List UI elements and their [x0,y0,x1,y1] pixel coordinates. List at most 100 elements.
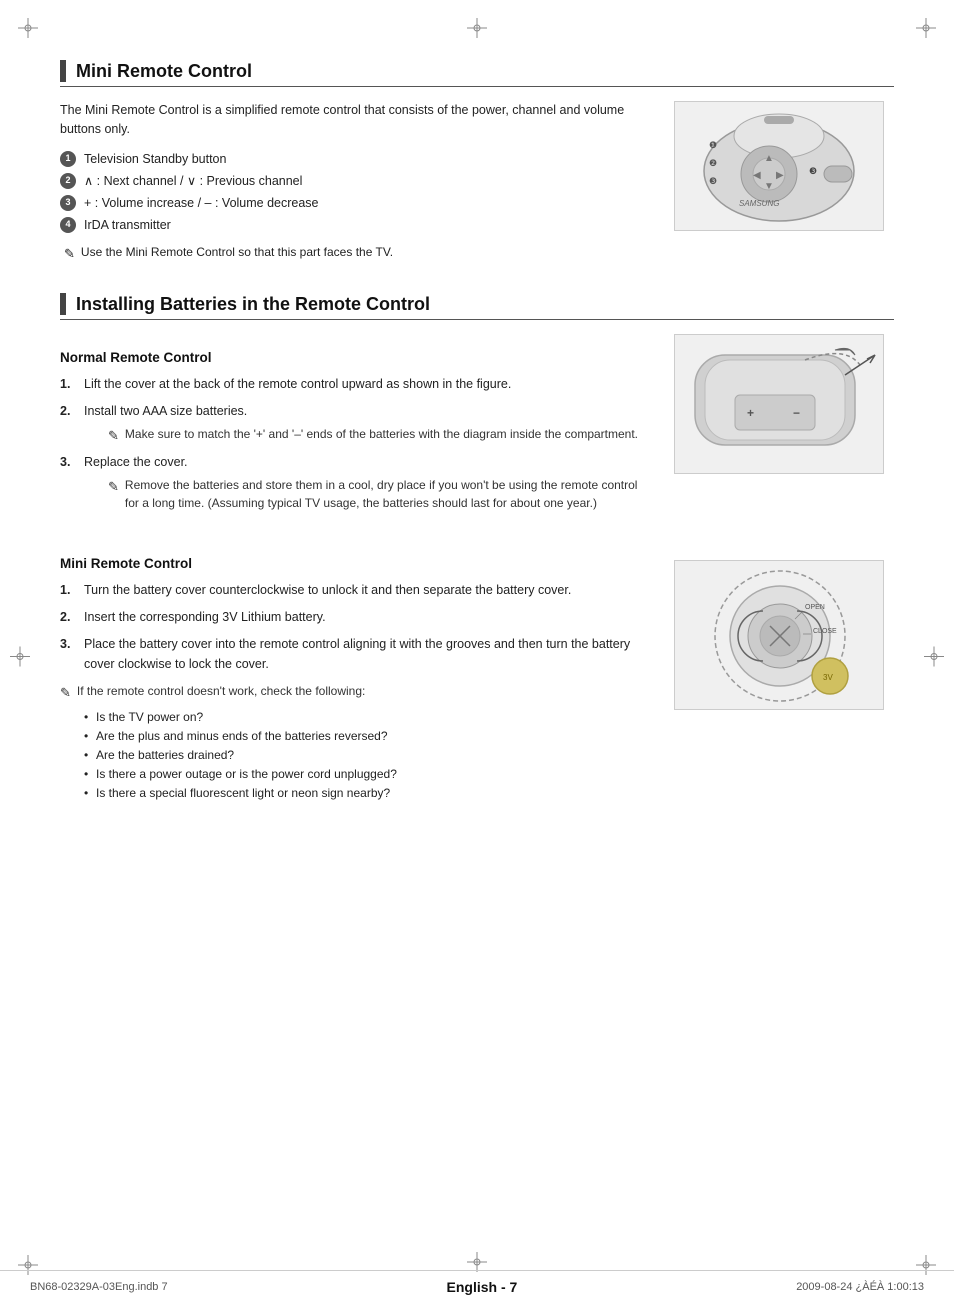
batteries-title: Installing Batteries in the Remote Contr… [76,294,430,315]
bullet-num-2: 2 [60,173,76,189]
normal-battery-svg: + − [675,335,884,474]
mini-step-3-content: Place the battery cover into the remote … [84,635,654,674]
mini-remote-section: Mini Remote Control The Mini Remote Cont… [60,60,894,263]
note-icon-2: ✎ [108,426,119,446]
mini-remote-note-text: Use the Mini Remote Control so that this… [81,243,393,261]
normal-remote-battery-image: + − [674,334,884,474]
svg-text:+: + [747,406,754,420]
note-icon-3: ✎ [108,477,119,497]
mini-step-2-content: Insert the corresponding 3V Lithium batt… [84,608,654,627]
mini-step-3-num: 3. [60,635,78,654]
normal-remote-text: Normal Remote Control 1. Lift the cover … [60,334,654,520]
check-item-3: Are the batteries drained? [84,746,654,765]
mini-remote-battery-note-text: If the remote control doesn't work, chec… [77,682,365,700]
check-item-2: Are the plus and minus ends of the batte… [84,727,654,746]
check-item-4: Is there a power outage or is the power … [84,765,654,784]
normal-step-2-note: ✎ Make sure to match the '+' and '–' end… [108,425,654,446]
mini-step-2-num: 2. [60,608,78,627]
mini-remote-text: The Mini Remote Control is a simplified … [60,101,654,263]
normal-remote-subheading: Normal Remote Control [60,350,654,365]
bullet-num-3: 3 [60,195,76,211]
svg-text:❸: ❸ [809,166,817,176]
mini-remote-image: ❶ ❷ ❸ ▲ ▼ ◀ ▶ [674,101,884,231]
mini-remote-intro: The Mini Remote Control is a simplified … [60,101,654,139]
mini-remote-battery-subheading: Mini Remote Control [60,556,654,571]
normal-step-3-note: ✎ Remove the batteries and store them in… [108,476,654,512]
mini-remote-battery-text: Mini Remote Control 1. Turn the battery … [60,540,654,804]
mini-step-1: 1. Turn the battery cover counterclockwi… [60,581,654,600]
mini-step-1-text: Turn the battery cover counterclockwise … [84,583,571,597]
corner-tl-mark [18,18,38,38]
mini-step-3-text: Place the battery cover into the remote … [84,637,630,670]
check-text-3: Are the batteries drained? [96,748,234,762]
mini-step-3: 3. Place the battery cover into the remo… [60,635,654,674]
normal-step-1-text: Lift the cover at the back of the remote… [84,377,511,391]
normal-remote-image-col: + − [674,334,894,520]
mini-remote-image-area: ❶ ❷ ❸ ▲ ▼ ◀ ▶ [674,101,894,231]
mini-remote-title: Mini Remote Control [76,61,252,82]
svg-text:❷: ❷ [709,158,717,168]
svg-text:−: − [793,406,800,420]
corner-tr-mark [916,18,936,38]
svg-text:▲: ▲ [764,153,774,164]
mini-remote-battery-section: Mini Remote Control 1. Turn the battery … [60,540,894,804]
svg-text:❸: ❸ [709,176,717,186]
svg-text:❶: ❶ [709,140,717,150]
bullet-num-4: 4 [60,217,76,233]
footer-center-text: English - 7 [447,1279,518,1295]
normal-step-3-text: Replace the cover. [84,455,188,469]
normal-step-3-note-text: Remove the batteries and store them in a… [125,476,654,512]
mini-remote-heading-bar: Mini Remote Control [60,60,894,87]
mini-step-2: 2. Insert the corresponding 3V Lithium b… [60,608,654,627]
svg-text:▼: ▼ [764,181,774,192]
normal-step-1: 1. Lift the cover at the back of the rem… [60,375,654,394]
svg-text:CLOSE: CLOSE [813,628,837,635]
bullet-text-3: + : Volume increase / – : Volume decreas… [84,193,319,213]
mini-remote-battery-image-col: OPEN CLOSE 3V [674,540,894,804]
mini-remote-note: ✎ Use the Mini Remote Control so that th… [64,243,654,264]
mini-remote-bullet-3: 3 + : Volume increase / – : Volume decre… [60,193,654,213]
normal-remote-steps: 1. Lift the cover at the back of the rem… [60,375,654,512]
svg-text:▶: ▶ [776,170,784,181]
mini-remote-battery-note: ✎ If the remote control doesn't work, ch… [60,682,654,703]
mini-remote-steps: 1. Turn the battery cover counterclockwi… [60,581,654,675]
svg-text:◀: ◀ [753,170,761,181]
normal-step-1-num: 1. [60,375,78,394]
batteries-section: Installing Batteries in the Remote Contr… [60,293,894,804]
right-center-mark [924,646,944,669]
normal-remote-section: Normal Remote Control 1. Lift the cover … [60,334,894,520]
mini-battery-svg: OPEN CLOSE 3V [675,561,884,710]
normal-step-2: 2. Install two AAA size batteries. ✎ Mak… [60,402,654,445]
page-footer: BN68-02329A-03Eng.indb 7 English - 7 200… [0,1270,954,1295]
mini-remote-bullet-2: 2 ∧ : Next channel / ∨ : Previous channe… [60,171,654,191]
mini-step-2-text: Insert the corresponding 3V Lithium batt… [84,610,326,624]
svg-text:SAMSUNG: SAMSUNG [739,199,779,208]
note-icon-mini: ✎ [60,683,71,703]
bullet-text-2: ∧ : Next channel / ∨ : Previous channel [84,171,302,191]
page: Mini Remote Control The Mini Remote Cont… [0,0,954,1315]
normal-step-2-text: Install two AAA size batteries. [84,404,247,418]
svg-text:OPEN: OPEN [805,604,825,611]
mini-step-1-content: Turn the battery cover counterclockwise … [84,581,654,600]
note-pencil-icon: ✎ [64,244,75,264]
mini-remote-bullet-4: 4 IrDA transmitter [60,215,654,235]
check-text-2: Are the plus and minus ends of the batte… [96,729,388,743]
check-text-4: Is there a power outage or is the power … [96,767,397,781]
footer-right-text: 2009-08-24 ¿ÀÉÀ 1:00:13 [796,1281,924,1293]
mini-remote-svg: ❶ ❷ ❸ ▲ ▼ ◀ ▶ [679,106,879,226]
check-text-1: Is the TV power on? [96,710,203,724]
bullet-text-4: IrDA transmitter [84,215,171,235]
mini-battery-image: OPEN CLOSE 3V [674,560,884,710]
batteries-heading-bar: Installing Batteries in the Remote Contr… [60,293,894,320]
top-center-mark [467,18,487,41]
batteries-section-bar-accent [60,293,66,315]
normal-step-3-num: 3. [60,453,78,472]
check-item-5: Is there a special fluorescent light or … [84,784,654,803]
normal-step-3: 3. Replace the cover. ✎ Remove the batte… [60,453,654,511]
normal-step-1-content: Lift the cover at the back of the remote… [84,375,654,394]
section-bar-accent [60,60,66,82]
normal-step-2-content: Install two AAA size batteries. ✎ Make s… [84,402,654,445]
left-center-mark [10,646,30,669]
normal-step-3-content: Replace the cover. ✎ Remove the batterie… [84,453,654,511]
mini-remote-bullets: 1 Television Standby button 2 ∧ : Next c… [60,149,654,235]
